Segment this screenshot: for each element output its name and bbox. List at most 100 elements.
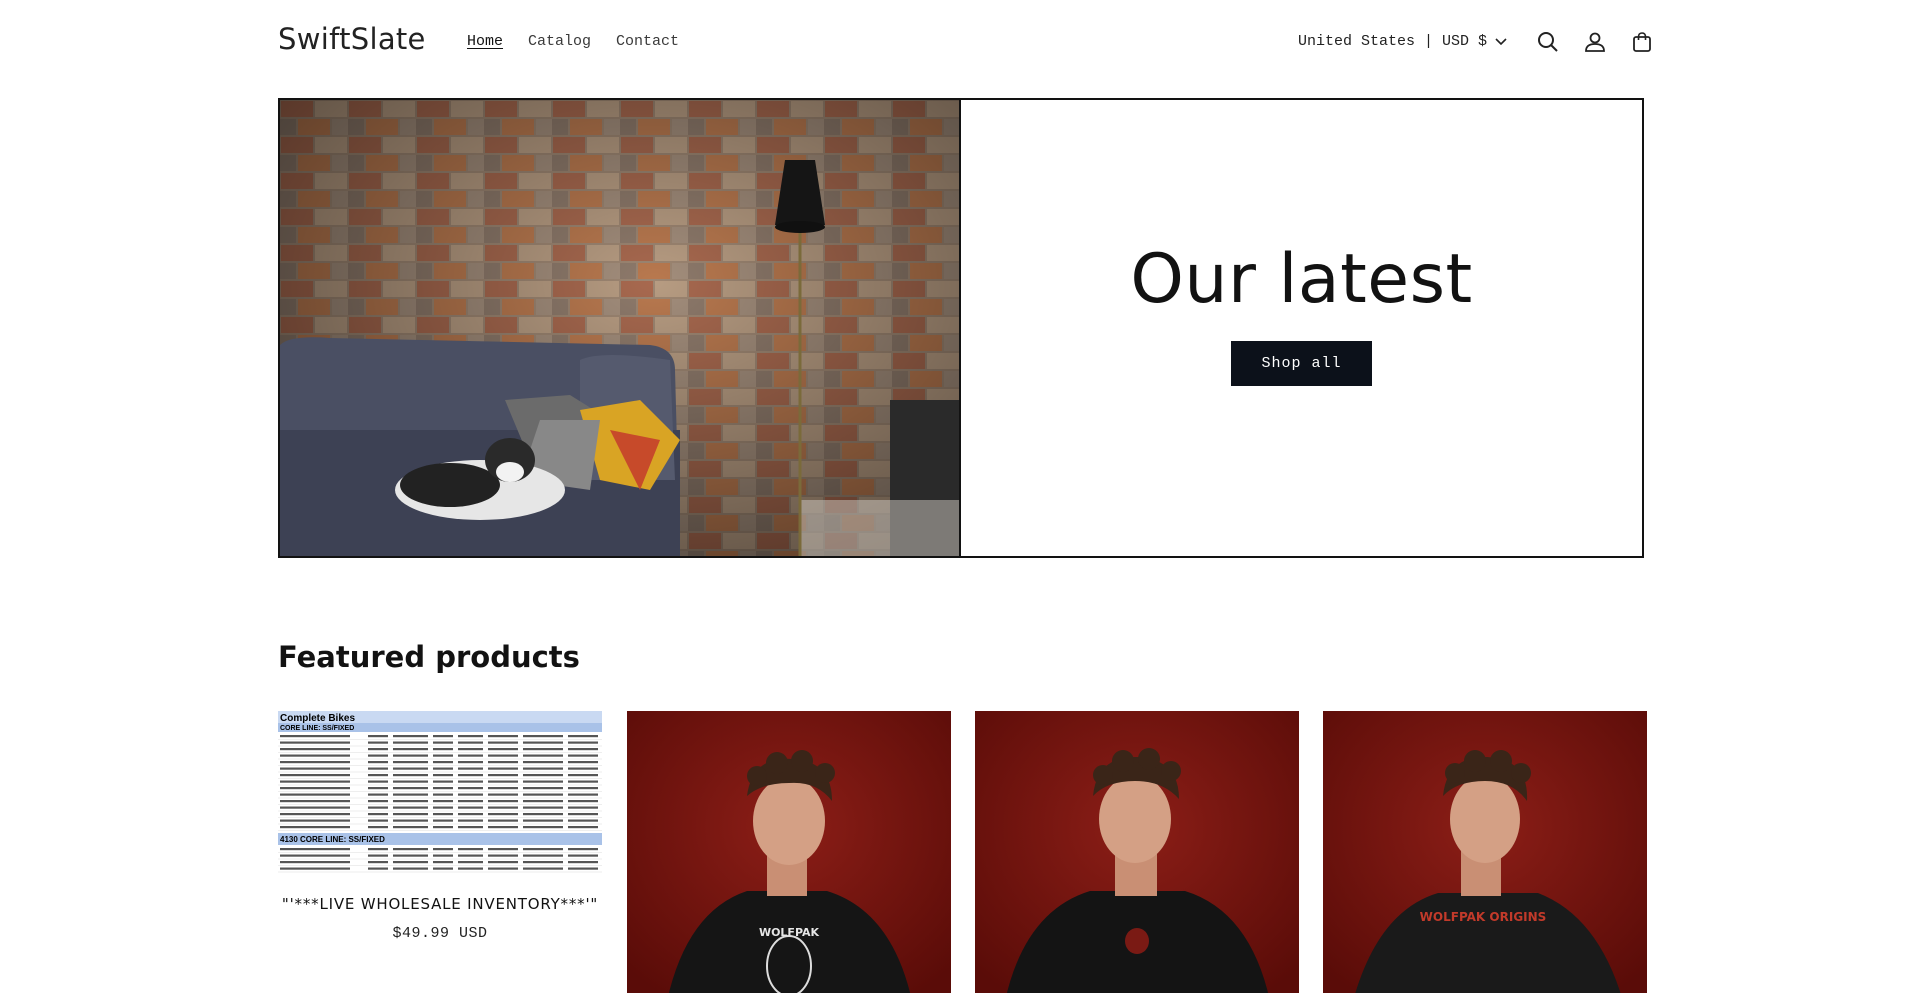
spreadsheet-cell: [280, 848, 350, 851]
spreadsheet-cell: [368, 813, 388, 816]
spreadsheet-cell: [568, 826, 598, 829]
spreadsheet-cell: [523, 800, 563, 803]
spreadsheet-cell: [393, 767, 428, 770]
spreadsheet-cell: [393, 774, 428, 777]
spreadsheet-cell: [280, 767, 350, 770]
product-image[interactable]: Complete Bikes CORE LINE: SS/FIXED 4130 …: [278, 711, 602, 877]
spreadsheet-cell: [568, 774, 598, 777]
spreadsheet-cell: [280, 754, 350, 757]
spreadsheet-cell: [280, 819, 350, 822]
spreadsheet-cell: [488, 780, 518, 783]
spreadsheet-cell: [368, 806, 388, 809]
store-logo[interactable]: SwiftSlate: [278, 22, 426, 56]
hero-image: [280, 100, 961, 556]
spreadsheet-cell: [488, 735, 518, 738]
spreadsheet-section-label: CORE LINE: SS/FIXED: [280, 725, 354, 732]
spreadsheet-cell: [280, 861, 350, 864]
spreadsheet-cell: [568, 767, 598, 770]
product-image[interactable]: WOLFPAK ORIGINS: [1323, 711, 1647, 993]
product-card[interactable]: Complete Bikes CORE LINE: SS/FIXED 4130 …: [278, 711, 602, 942]
spreadsheet-cell: [368, 787, 388, 790]
nav-catalog[interactable]: Catalog: [528, 33, 591, 50]
spreadsheet-cell: [393, 754, 428, 757]
spreadsheet-cell: [433, 754, 453, 757]
spreadsheet-cell: [368, 741, 388, 744]
spreadsheet-cell: [280, 867, 350, 870]
spreadsheet-cell: [523, 848, 563, 851]
spreadsheet-cell: [523, 861, 563, 864]
currency-selector[interactable]: United States | USD $: [1298, 33, 1507, 50]
spreadsheet-cell: [280, 826, 350, 829]
hero-content: Our latest Shop all: [961, 100, 1642, 556]
spreadsheet-cell: [458, 848, 483, 851]
spreadsheet-cell: [458, 854, 483, 857]
spreadsheet-cell: [393, 848, 428, 851]
account-icon[interactable]: [1581, 28, 1609, 56]
product-card[interactable]: WOLFPAK: [627, 711, 951, 993]
spreadsheet-cell: [523, 793, 563, 796]
spreadsheet-cell: [488, 800, 518, 803]
shop-all-button[interactable]: Shop all: [1231, 341, 1372, 386]
spreadsheet-cell: [280, 780, 350, 783]
spreadsheet-cell: [433, 819, 453, 822]
spreadsheet-cell: [368, 774, 388, 777]
spreadsheet-cell: [433, 774, 453, 777]
spreadsheet-cell: [568, 806, 598, 809]
spreadsheet-cell: [280, 806, 350, 809]
spreadsheet-cell: [393, 800, 428, 803]
search-icon[interactable]: [1534, 28, 1562, 56]
spreadsheet-cell: [280, 735, 350, 738]
spreadsheet-cell: [433, 826, 453, 829]
spreadsheet-cell: [458, 748, 483, 751]
spreadsheet-cell: [488, 754, 518, 757]
spreadsheet-cell: [488, 848, 518, 851]
spreadsheet-cell: [280, 761, 350, 764]
spreadsheet-cell: [523, 761, 563, 764]
chevron-down-icon: [1495, 37, 1507, 45]
hero-title: Our latest: [1130, 240, 1473, 319]
spreadsheet-cell: [368, 819, 388, 822]
spreadsheet-cell: [568, 813, 598, 816]
spreadsheet-cell: [368, 780, 388, 783]
spreadsheet-cell: [568, 787, 598, 790]
spreadsheet-cell: [523, 735, 563, 738]
spreadsheet-cell: [433, 861, 453, 864]
product-image[interactable]: WOLFPAK: [627, 711, 951, 993]
spreadsheet-cell: [458, 761, 483, 764]
spreadsheet-cell: [488, 774, 518, 777]
spreadsheet-cell: [368, 800, 388, 803]
spreadsheet-cell: [488, 741, 518, 744]
spreadsheet-cell: [433, 748, 453, 751]
product-image[interactable]: [975, 711, 1299, 993]
spreadsheet-cell: [568, 848, 598, 851]
spreadsheet-cell: [433, 741, 453, 744]
spreadsheet-cell: [280, 787, 350, 790]
spreadsheet-cell: [568, 861, 598, 864]
product-card[interactable]: [975, 711, 1299, 993]
spreadsheet-cell: [458, 754, 483, 757]
spreadsheet-cell: [433, 848, 453, 851]
product-card[interactable]: WOLFPAK ORIGINS: [1323, 711, 1647, 993]
spreadsheet-cell: [280, 813, 350, 816]
spreadsheet-cell: [280, 774, 350, 777]
nav-contact[interactable]: Contact: [616, 33, 679, 50]
spreadsheet-cell: [433, 867, 453, 870]
spreadsheet-cell: [488, 748, 518, 751]
spreadsheet-cell: [458, 861, 483, 864]
spreadsheet-cell: [393, 741, 428, 744]
cart-icon[interactable]: [1628, 28, 1656, 56]
nav-home[interactable]: Home: [467, 33, 503, 50]
spreadsheet-cell: [488, 787, 518, 790]
product-title[interactable]: "'***LIVE WHOLESALE INVENTORY***'": [278, 895, 602, 913]
spreadsheet-cell: [523, 774, 563, 777]
spreadsheet-cell: [368, 754, 388, 757]
spreadsheet-cell: [458, 806, 483, 809]
spreadsheet-cell: [488, 813, 518, 816]
spreadsheet-cell: [458, 813, 483, 816]
spreadsheet-cell: [393, 867, 428, 870]
spreadsheet-cell: [280, 741, 350, 744]
spreadsheet-cell: [568, 854, 598, 857]
spreadsheet-cell: [393, 761, 428, 764]
currency-label: United States | USD $: [1298, 33, 1488, 50]
spreadsheet-cell: [458, 787, 483, 790]
